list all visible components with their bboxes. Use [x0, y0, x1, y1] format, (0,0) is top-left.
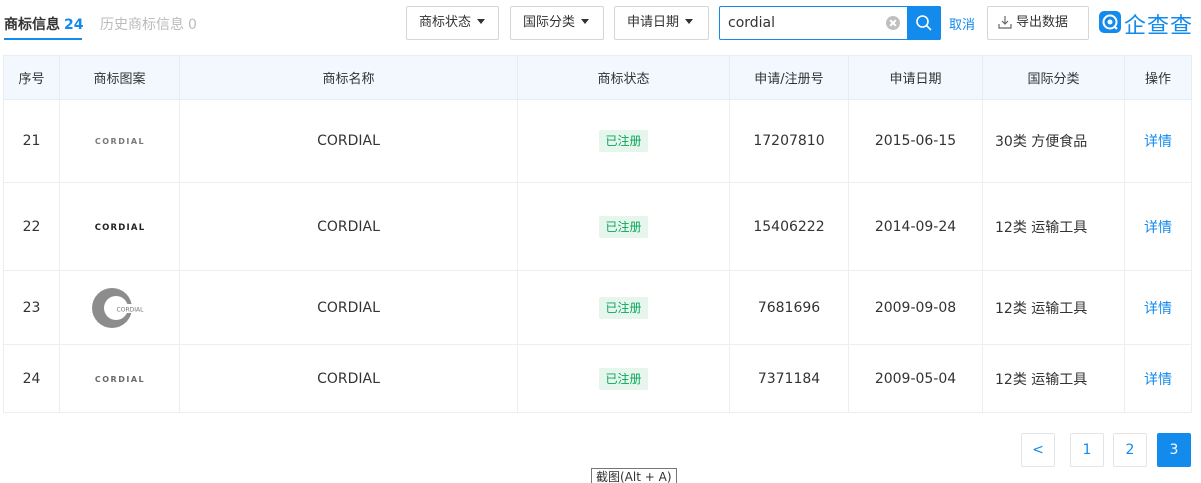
download-icon	[998, 15, 1012, 29]
apply-date: 2009-09-08	[848, 270, 983, 345]
detail-cell: 详情	[1124, 99, 1192, 183]
column-header-name: 商标名称	[179, 55, 518, 100]
detail-link[interactable]: 详情	[1144, 220, 1172, 236]
search-button[interactable]	[907, 6, 941, 40]
detail-cell: 详情	[1124, 270, 1192, 345]
active-tab-indicator	[4, 38, 82, 40]
column-header-reg-no: 申请/注册号	[729, 55, 849, 100]
column-header-logo: 商标图案	[59, 55, 180, 100]
detail-cell: 详情	[1124, 344, 1192, 413]
pagination-prev-button[interactable]: <	[1021, 433, 1055, 467]
detail-link[interactable]: 详情	[1144, 301, 1172, 317]
brand-mark-icon	[1099, 11, 1121, 33]
trademark-image: CORDIAL	[59, 270, 180, 345]
intl-class: 12类 运输工具	[982, 182, 1125, 271]
table-header-row: 序号 商标图案 商标名称 商标状态 申请/注册号 申请日期 国际分类 操作	[3, 55, 1192, 100]
status-badge: 已注册	[599, 296, 648, 319]
clear-icon[interactable]	[886, 16, 900, 30]
table-row: 22 CORDIAL CORDIAL 已注册 15406222 2014-09-…	[3, 182, 1192, 271]
registration-number: 17207810	[729, 99, 849, 183]
trademark-name[interactable]: CORDIAL	[179, 99, 518, 183]
apply-date: 2014-09-24	[848, 182, 983, 271]
tab-count: 24	[64, 17, 84, 33]
detail-link[interactable]: 详情	[1144, 372, 1172, 388]
table-row: 24 CORDIAL CORDIAL 已注册 7371184 2009-05-0…	[3, 344, 1192, 413]
tab-label: 商标信息	[4, 17, 60, 33]
caret-down-icon	[685, 19, 694, 24]
export-label: 导出数据	[1016, 15, 1069, 30]
export-data-button[interactable]: 导出数据	[987, 6, 1089, 40]
intl-class: 30类 方便食品	[982, 99, 1125, 183]
row-index: 22	[3, 182, 60, 271]
status-cell: 已注册	[517, 270, 730, 345]
dropdown-label: 商标状态	[419, 15, 472, 30]
trademark-image: CORDIAL	[59, 99, 180, 183]
trademark-table: 序号 商标图案 商标名称 商标状态 申请/注册号 申请日期 国际分类 操作 21…	[3, 55, 1192, 413]
registration-number: 7681696	[729, 270, 849, 345]
svg-text:CORDIAL: CORDIAL	[94, 223, 145, 233]
trademark-image: CORDIAL	[59, 344, 180, 413]
trademark-name[interactable]: CORDIAL	[179, 270, 518, 345]
dropdown-label: 申请日期	[627, 15, 680, 30]
search-icon	[916, 15, 932, 31]
pagination-page-1[interactable]: 1	[1070, 433, 1104, 467]
row-index: 24	[3, 344, 60, 413]
column-header-action: 操作	[1124, 55, 1192, 100]
column-header-class: 国际分类	[982, 55, 1125, 100]
tab-history-trademark-info[interactable]: 历史商标信息 0	[100, 14, 197, 34]
trademark-name[interactable]: CORDIAL	[179, 344, 518, 413]
status-cell: 已注册	[517, 182, 730, 271]
status-badge: 已注册	[599, 130, 648, 152]
cancel-link[interactable]: 取消	[949, 14, 975, 33]
column-header-status: 商标状态	[517, 55, 730, 100]
svg-text:CORDIAL: CORDIAL	[94, 137, 144, 146]
status-cell: 已注册	[517, 99, 730, 183]
status-badge: 已注册	[599, 367, 648, 390]
detail-link[interactable]: 详情	[1144, 134, 1172, 150]
apply-date-filter-dropdown[interactable]: 申请日期	[614, 6, 709, 40]
detail-cell: 详情	[1124, 182, 1192, 271]
row-index: 23	[3, 270, 60, 345]
status-badge: 已注册	[599, 215, 648, 238]
table-row: 21 CORDIAL CORDIAL 已注册 17207810 2015-06-…	[3, 99, 1192, 183]
search-input[interactable]	[728, 13, 878, 33]
trademark-name[interactable]: CORDIAL	[179, 182, 518, 271]
pagination-page-3-current[interactable]: 3	[1157, 433, 1191, 467]
pagination-page-2[interactable]: 2	[1113, 433, 1147, 467]
apply-date: 2009-05-04	[848, 344, 983, 413]
column-header-date: 申请日期	[848, 55, 983, 100]
table-row: 23 CORDIAL CORDIAL 已注册 7681696 2009-09-0…	[3, 270, 1192, 345]
caret-down-icon	[581, 19, 590, 24]
top-bar: 商标信息24 历史商标信息0 商标状态 国际分类 申请日期 取消 导出数据	[0, 0, 1201, 46]
column-header-index: 序号	[3, 55, 60, 100]
tab-count: 0	[188, 17, 197, 33]
row-index: 21	[3, 99, 60, 183]
status-filter-dropdown[interactable]: 商标状态	[406, 6, 499, 40]
brand-name: 企查查	[1124, 14, 1194, 39]
caret-down-icon	[477, 19, 486, 24]
intl-class: 12类 运输工具	[982, 270, 1125, 345]
registration-number: 15406222	[729, 182, 849, 271]
dropdown-label: 国际分类	[523, 15, 576, 30]
apply-date: 2015-06-15	[848, 99, 983, 183]
tab-label: 历史商标信息	[100, 17, 184, 33]
intl-class: 12类 运输工具	[982, 344, 1125, 413]
tab-trademark-info[interactable]: 商标信息 24	[4, 14, 83, 34]
registration-number: 7371184	[729, 344, 849, 413]
trademark-image: CORDIAL	[59, 182, 180, 271]
svg-text:CORDIAL: CORDIAL	[116, 306, 144, 313]
svg-text:CORDIAL: CORDIAL	[94, 375, 144, 384]
status-cell: 已注册	[517, 344, 730, 413]
search-box	[719, 6, 941, 40]
intl-class-filter-dropdown[interactable]: 国际分类	[510, 6, 604, 40]
screenshot-shortcut-tooltip: 截图(Alt + A)	[591, 468, 677, 483]
